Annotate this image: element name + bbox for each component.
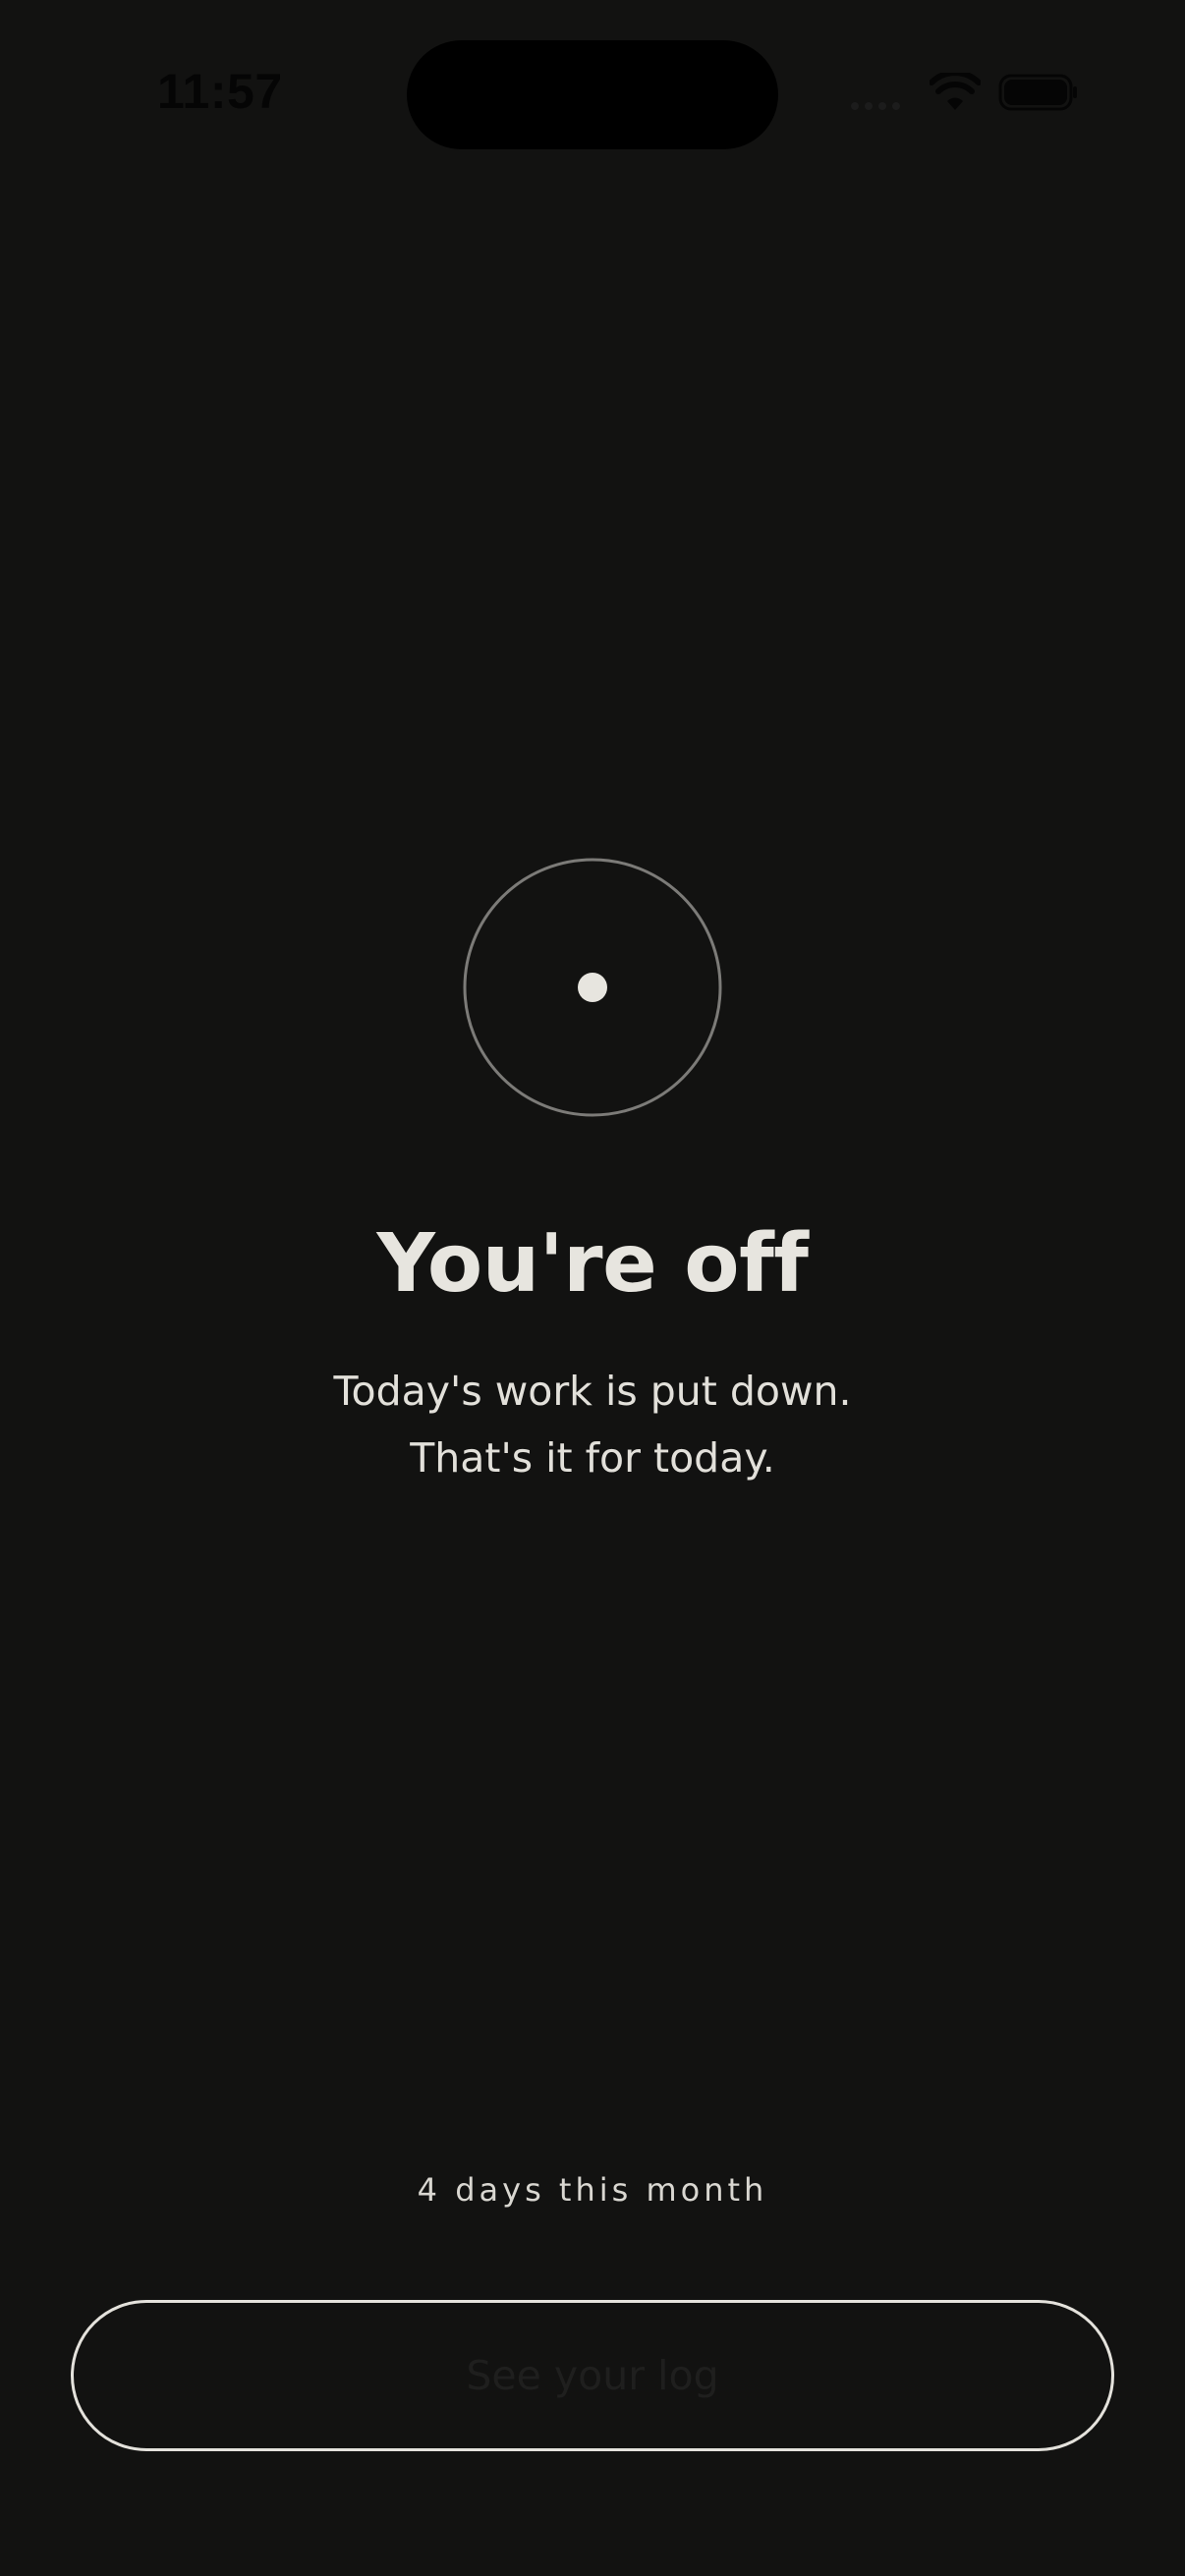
battery-icon xyxy=(998,73,1079,112)
status-icons xyxy=(851,73,1079,112)
subtitle-line-2: That's it for today. xyxy=(410,1434,775,1482)
status-time: 11:57 xyxy=(157,64,283,119)
ring-dot-icon xyxy=(463,858,722,1117)
see-log-button-label: See your log xyxy=(466,2352,719,2399)
cellular-signal-icon xyxy=(851,75,900,110)
subtitle-line-1: Today's work is put down. xyxy=(333,1368,852,1415)
dynamic-island xyxy=(407,40,778,149)
see-log-button[interactable]: See your log xyxy=(71,2300,1114,2451)
off-state-panel: You're off Today's work is put down. Tha… xyxy=(0,857,1185,1491)
page-title: You're off xyxy=(376,1217,809,1311)
month-count-label: 4 days this month xyxy=(417,2171,768,2209)
subtitle: Today's work is put down. That's it for … xyxy=(0,1358,1185,1491)
status-bar: 11:57 xyxy=(0,0,1185,196)
wifi-icon xyxy=(930,73,981,112)
